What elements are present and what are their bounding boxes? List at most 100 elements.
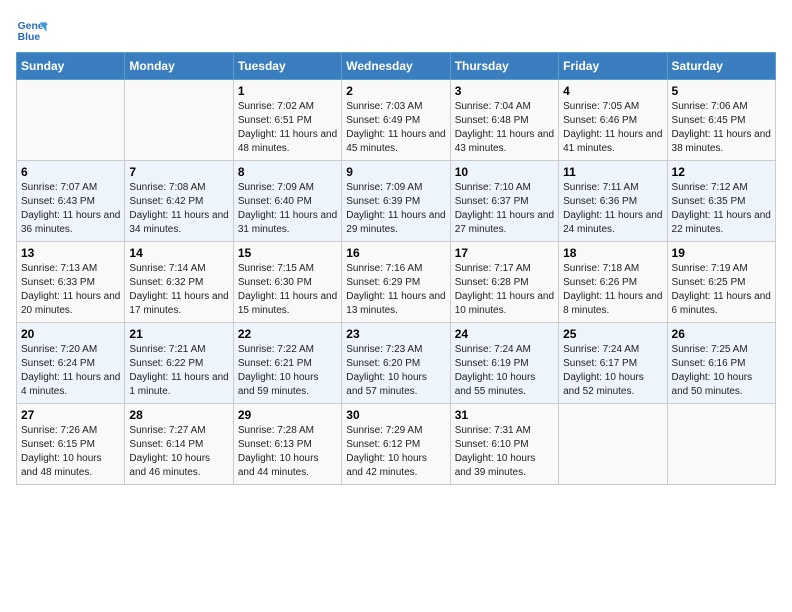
calendar-cell: 7 Sunrise: 7:08 AM Sunset: 6:42 PM Daylig… <box>125 161 233 242</box>
day-number: 9 <box>346 165 445 179</box>
calendar-cell: 30 Sunrise: 7:29 AM Sunset: 6:12 PM Dayli… <box>342 404 450 485</box>
calendar-cell: 26 Sunrise: 7:25 AM Sunset: 6:16 PM Dayli… <box>667 323 775 404</box>
day-number: 15 <box>238 246 337 260</box>
day-number: 12 <box>672 165 771 179</box>
calendar-cell: 19 Sunrise: 7:19 AM Sunset: 6:25 PM Dayli… <box>667 242 775 323</box>
day-number: 11 <box>563 165 662 179</box>
calendar-cell: 22Sunrise: 7:22 AM Sunset: 6:21 PM Dayli… <box>233 323 341 404</box>
week-row-2: 6 Sunrise: 7:07 AM Sunset: 6:43 PM Daylig… <box>17 161 776 242</box>
calendar-cell: 10Sunrise: 7:10 AM Sunset: 6:37 PM Dayli… <box>450 161 558 242</box>
day-number: 5 <box>672 84 771 98</box>
day-number: 13 <box>21 246 120 260</box>
calendar-cell: 11 Sunrise: 7:11 AM Sunset: 6:36 PM Dayli… <box>559 161 667 242</box>
calendar-cell: 5 Sunrise: 7:06 AM Sunset: 6:45 PM Daylig… <box>667 80 775 161</box>
page-header: General Blue <box>16 16 776 48</box>
calendar-cell: 31 Sunrise: 7:31 AM Sunset: 6:10 PM Dayli… <box>450 404 558 485</box>
day-info: Sunrise: 7:23 AM Sunset: 6:20 PM Dayligh… <box>346 343 445 399</box>
day-info: Sunrise: 7:07 AM Sunset: 6:43 PM Dayligh… <box>21 181 120 237</box>
day-info: Sunrise: 7:18 AM Sunset: 6:26 PM Dayligh… <box>563 262 662 318</box>
calendar-cell: 29 Sunrise: 7:28 AM Sunset: 6:13 PM Dayli… <box>233 404 341 485</box>
week-row-4: 20 Sunrise: 7:20 AM Sunset: 6:24 PM Dayli… <box>17 323 776 404</box>
day-info: Sunrise: 7:03 AM Sunset: 6:49 PM Dayligh… <box>346 100 445 156</box>
day-number: 17 <box>455 246 554 260</box>
logo-icon: General Blue <box>16 16 48 48</box>
day-number: 7 <box>129 165 228 179</box>
day-info: Sunrise: 7:05 AM Sunset: 6:46 PM Dayligh… <box>563 100 662 156</box>
calendar-header-row: SundayMondayTuesdayWednesdayThursdayFrid… <box>17 53 776 80</box>
header-day-friday: Friday <box>559 53 667 80</box>
day-number: 20 <box>21 327 120 341</box>
day-info: Sunrise: 7:15 AM Sunset: 6:30 PM Dayligh… <box>238 262 337 318</box>
header-day-tuesday: Tuesday <box>233 53 341 80</box>
day-info: Sunrise: 7:16 AM Sunset: 6:29 PM Dayligh… <box>346 262 445 318</box>
calendar-cell: 1 Sunrise: 7:02 AM Sunset: 6:51 PM Daylig… <box>233 80 341 161</box>
day-number: 24 <box>455 327 554 341</box>
day-number: 28 <box>129 408 228 422</box>
header-day-monday: Monday <box>125 53 233 80</box>
day-number: 30 <box>346 408 445 422</box>
header-day-wednesday: Wednesday <box>342 53 450 80</box>
day-info: Sunrise: 7:04 AM Sunset: 6:48 PM Dayligh… <box>455 100 554 156</box>
day-info: Sunrise: 7:09 AM Sunset: 6:39 PM Dayligh… <box>346 181 445 237</box>
day-number: 29 <box>238 408 337 422</box>
calendar-cell: 21 Sunrise: 7:21 AM Sunset: 6:22 PM Dayli… <box>125 323 233 404</box>
calendar-cell <box>17 80 125 161</box>
calendar-cell: 3Sunrise: 7:04 AM Sunset: 6:48 PM Daylig… <box>450 80 558 161</box>
week-row-5: 27 Sunrise: 7:26 AM Sunset: 6:15 PM Dayli… <box>17 404 776 485</box>
calendar-cell: 23Sunrise: 7:23 AM Sunset: 6:20 PM Dayli… <box>342 323 450 404</box>
calendar-cell: 12 Sunrise: 7:12 AM Sunset: 6:35 PM Dayli… <box>667 161 775 242</box>
day-info: Sunrise: 7:22 AM Sunset: 6:21 PM Dayligh… <box>238 343 337 399</box>
week-row-1: 1 Sunrise: 7:02 AM Sunset: 6:51 PM Daylig… <box>17 80 776 161</box>
calendar-table: SundayMondayTuesdayWednesdayThursdayFrid… <box>16 52 776 485</box>
day-info: Sunrise: 7:20 AM Sunset: 6:24 PM Dayligh… <box>21 343 120 399</box>
header-day-sunday: Sunday <box>17 53 125 80</box>
day-info: Sunrise: 7:08 AM Sunset: 6:42 PM Dayligh… <box>129 181 228 237</box>
logo: General Blue <box>16 16 48 48</box>
calendar-cell: 9 Sunrise: 7:09 AM Sunset: 6:39 PM Daylig… <box>342 161 450 242</box>
calendar-cell <box>667 404 775 485</box>
day-number: 21 <box>129 327 228 341</box>
day-number: 6 <box>21 165 120 179</box>
day-info: Sunrise: 7:29 AM Sunset: 6:12 PM Dayligh… <box>346 424 445 480</box>
day-info: Sunrise: 7:24 AM Sunset: 6:19 PM Dayligh… <box>455 343 554 399</box>
day-info: Sunrise: 7:25 AM Sunset: 6:16 PM Dayligh… <box>672 343 771 399</box>
day-number: 4 <box>563 84 662 98</box>
day-info: Sunrise: 7:02 AM Sunset: 6:51 PM Dayligh… <box>238 100 337 156</box>
header-day-saturday: Saturday <box>667 53 775 80</box>
day-number: 31 <box>455 408 554 422</box>
calendar-cell: 16Sunrise: 7:16 AM Sunset: 6:29 PM Dayli… <box>342 242 450 323</box>
day-info: Sunrise: 7:28 AM Sunset: 6:13 PM Dayligh… <box>238 424 337 480</box>
day-number: 19 <box>672 246 771 260</box>
calendar-cell <box>125 80 233 161</box>
day-info: Sunrise: 7:31 AM Sunset: 6:10 PM Dayligh… <box>455 424 554 480</box>
calendar-cell: 8Sunrise: 7:09 AM Sunset: 6:40 PM Daylig… <box>233 161 341 242</box>
day-number: 25 <box>563 327 662 341</box>
day-info: Sunrise: 7:19 AM Sunset: 6:25 PM Dayligh… <box>672 262 771 318</box>
calendar-cell: 17 Sunrise: 7:17 AM Sunset: 6:28 PM Dayli… <box>450 242 558 323</box>
calendar-cell: 25 Sunrise: 7:24 AM Sunset: 6:17 PM Dayli… <box>559 323 667 404</box>
day-info: Sunrise: 7:10 AM Sunset: 6:37 PM Dayligh… <box>455 181 554 237</box>
calendar-cell: 13 Sunrise: 7:13 AM Sunset: 6:33 PM Dayli… <box>17 242 125 323</box>
day-info: Sunrise: 7:06 AM Sunset: 6:45 PM Dayligh… <box>672 100 771 156</box>
calendar-cell: 24 Sunrise: 7:24 AM Sunset: 6:19 PM Dayli… <box>450 323 558 404</box>
day-info: Sunrise: 7:11 AM Sunset: 6:36 PM Dayligh… <box>563 181 662 237</box>
calendar-cell: 28Sunrise: 7:27 AM Sunset: 6:14 PM Dayli… <box>125 404 233 485</box>
day-info: Sunrise: 7:24 AM Sunset: 6:17 PM Dayligh… <box>563 343 662 399</box>
day-number: 27 <box>21 408 120 422</box>
calendar-cell: 2 Sunrise: 7:03 AM Sunset: 6:49 PM Daylig… <box>342 80 450 161</box>
day-info: Sunrise: 7:12 AM Sunset: 6:35 PM Dayligh… <box>672 181 771 237</box>
day-info: Sunrise: 7:13 AM Sunset: 6:33 PM Dayligh… <box>21 262 120 318</box>
day-info: Sunrise: 7:21 AM Sunset: 6:22 PM Dayligh… <box>129 343 228 399</box>
calendar-cell <box>559 404 667 485</box>
day-number: 2 <box>346 84 445 98</box>
day-info: Sunrise: 7:17 AM Sunset: 6:28 PM Dayligh… <box>455 262 554 318</box>
day-info: Sunrise: 7:09 AM Sunset: 6:40 PM Dayligh… <box>238 181 337 237</box>
day-info: Sunrise: 7:26 AM Sunset: 6:15 PM Dayligh… <box>21 424 120 480</box>
calendar-cell: 27 Sunrise: 7:26 AM Sunset: 6:15 PM Dayli… <box>17 404 125 485</box>
calendar-cell: 6 Sunrise: 7:07 AM Sunset: 6:43 PM Daylig… <box>17 161 125 242</box>
week-row-3: 13 Sunrise: 7:13 AM Sunset: 6:33 PM Dayli… <box>17 242 776 323</box>
day-number: 18 <box>563 246 662 260</box>
day-number: 1 <box>238 84 337 98</box>
day-number: 14 <box>129 246 228 260</box>
day-number: 26 <box>672 327 771 341</box>
